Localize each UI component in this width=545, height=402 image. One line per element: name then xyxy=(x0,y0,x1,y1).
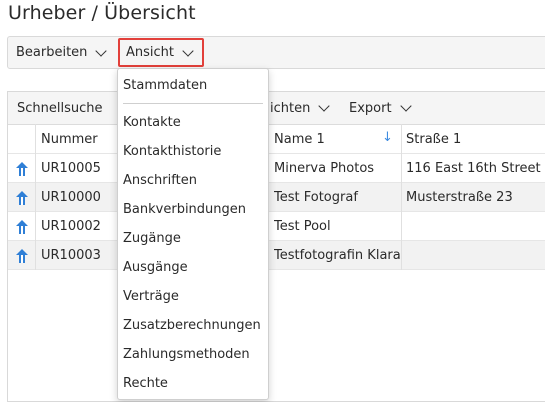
table-header-row: Nummer Name 1 ↓ Straße 1 xyxy=(8,124,545,154)
table-row[interactable]: UR10005 Minerva Photos 116 East 16th Str… xyxy=(8,154,545,183)
results-panel: Schnellsuche ichten Export Nummer Name 1… xyxy=(7,91,545,402)
menu-item-ausgaenge[interactable]: Ausgänge xyxy=(123,255,188,279)
menu-item-zugaenge[interactable]: Zugänge xyxy=(123,226,181,250)
upload-arrow-icon xyxy=(16,249,28,263)
chevron-down-icon xyxy=(95,44,108,57)
quicksearch-label: Schnellsuche xyxy=(17,100,103,116)
menu-item-vertraege[interactable]: Verträge xyxy=(123,284,179,308)
upload-arrow-icon xyxy=(16,191,28,205)
menu-separator xyxy=(123,103,263,104)
column-header-label: Straße 1 xyxy=(406,131,462,147)
chevron-down-icon xyxy=(182,44,194,57)
menu-item-kontakte[interactable]: Kontakte xyxy=(123,110,181,134)
cell-number: UR10003 xyxy=(41,248,101,263)
column-header-label: Nummer xyxy=(41,131,98,147)
menu-item-rechte[interactable]: Rechte xyxy=(123,371,168,395)
main-toolbar: Bearbeiten Ansicht xyxy=(7,36,545,69)
menu-item-stammdaten[interactable]: Stammdaten xyxy=(123,73,207,97)
views-menu-button[interactable]: ichten xyxy=(270,92,331,124)
menu-item-bankverbindungen[interactable]: Bankverbindungen xyxy=(123,197,246,221)
column-header-name1[interactable]: Name 1 xyxy=(274,124,325,154)
column-header-street1[interactable]: Straße 1 xyxy=(406,124,461,154)
edit-menu-button[interactable]: Bearbeiten xyxy=(16,37,108,68)
table-row[interactable]: UR10000 Test Fotograf Musterstraße 23 xyxy=(8,183,545,212)
cell-street1: 116 East 16th Street xyxy=(406,161,541,176)
cell-street1 xyxy=(406,241,545,270)
cell-number: UR10002 xyxy=(41,219,101,234)
table-row[interactable]: UR10002 Test Pool xyxy=(8,212,545,241)
chevron-down-icon xyxy=(318,100,331,112)
export-menu-button[interactable]: Export xyxy=(349,92,412,124)
view-menu-label: Ansicht xyxy=(126,45,175,60)
column-header-number[interactable]: Nummer xyxy=(41,124,98,154)
cell-number: UR10005 xyxy=(41,161,101,176)
cell-street1 xyxy=(406,212,545,241)
cell-name1: Test Pool xyxy=(274,219,331,234)
column-header-label: Name 1 xyxy=(274,131,325,147)
cell-name1: Test Fotograf xyxy=(274,190,358,205)
column-divider xyxy=(401,124,402,270)
panel-toolbar: Schnellsuche ichten Export xyxy=(8,92,545,125)
quicksearch-button[interactable]: Schnellsuche xyxy=(17,92,103,124)
table-row[interactable]: UR10003 Testfotografin Klara xyxy=(8,241,545,270)
menu-item-kontakthistorie[interactable]: Kontakthistorie xyxy=(123,139,221,163)
upload-arrow-icon xyxy=(16,162,28,176)
sort-descending-icon[interactable]: ↓ xyxy=(382,130,393,145)
upload-arrow-icon xyxy=(16,220,28,234)
cell-number: UR10000 xyxy=(41,190,101,205)
menu-item-anschriften[interactable]: Anschriften xyxy=(123,168,197,192)
menu-item-zahlungsmethoden[interactable]: Zahlungsmethoden xyxy=(123,342,250,366)
edit-menu-label: Bearbeiten xyxy=(16,45,88,60)
view-menu-button[interactable]: Ansicht xyxy=(118,38,205,67)
export-menu-label: Export xyxy=(349,100,392,116)
page-title: Urheber / Übersicht xyxy=(8,2,196,24)
view-dropdown-menu: Stammdaten Kontakte Kontakthistorie Ansc… xyxy=(117,68,269,400)
views-menu-label: ichten xyxy=(270,100,311,116)
chevron-down-icon xyxy=(399,100,412,112)
cell-street1: Musterstraße 23 xyxy=(406,190,513,205)
cell-name1: Minerva Photos xyxy=(274,161,375,176)
cell-name1: Testfotografin Klara xyxy=(274,248,400,263)
menu-item-zusatzberechnungen[interactable]: Zusatzberechnungen xyxy=(123,313,261,337)
column-divider xyxy=(35,124,36,270)
